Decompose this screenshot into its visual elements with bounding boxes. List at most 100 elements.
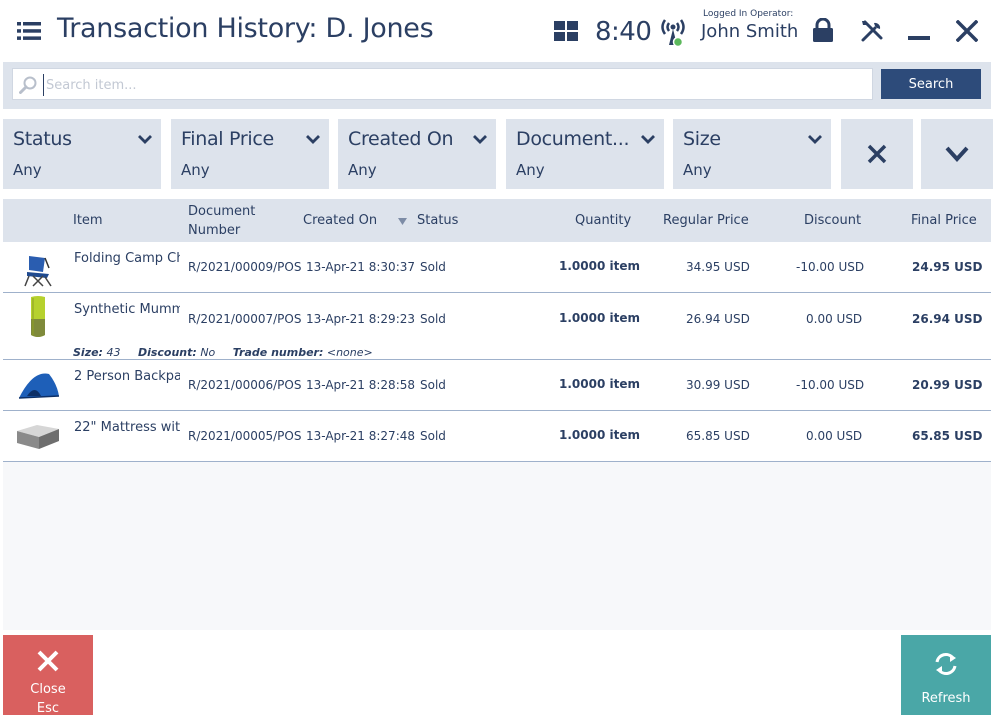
table-row[interactable]: 22" Mattress with Pump R/2021/00005/POS …	[3, 411, 991, 462]
column-header-document-line1[interactable]: Document	[188, 204, 255, 219]
status: Sold	[420, 378, 446, 392]
column-header-item[interactable]: Item	[73, 213, 103, 228]
filter-value: Any	[181, 161, 210, 179]
filter-document[interactable]: Document... Any	[506, 119, 664, 189]
close-shortcut: Esc	[36, 701, 60, 716]
status: Sold	[420, 312, 446, 326]
search-button[interactable]: Search	[881, 69, 981, 99]
sort-descending-icon	[398, 218, 407, 225]
operator-caption: Logged In Operator:	[703, 9, 794, 19]
sleeping-bag-image	[31, 296, 45, 337]
discount: -10.00 USD	[796, 260, 865, 274]
search-bar: Search	[3, 62, 991, 109]
chevron-down-icon	[138, 135, 152, 144]
document-number: R/2021/00006/POS	[188, 378, 302, 392]
camp-chair-image	[24, 256, 52, 287]
close-button[interactable]: Close Esc	[3, 635, 93, 716]
filter-created-on[interactable]: Created On Any	[338, 119, 496, 189]
quantity: 1.0000 item	[559, 311, 640, 325]
mattress-image	[17, 425, 59, 449]
document-number: R/2021/00005/POS	[188, 429, 302, 443]
filter-label: Size	[683, 128, 721, 150]
regular-price: 65.85 USD	[686, 429, 750, 443]
quantity: 1.0000 item	[559, 259, 640, 273]
size-label: Size:	[73, 346, 103, 359]
filter-status[interactable]: Status Any	[3, 119, 161, 189]
regular-price: 26.94 USD	[686, 312, 750, 326]
document-number: R/2021/00007/POS	[188, 312, 302, 326]
column-header-final-price[interactable]: Final Price	[911, 213, 977, 228]
table-row[interactable]: Synthetic Mummy Sleeping Bag R/2021/0000…	[3, 293, 991, 360]
filter-label: Created On	[348, 128, 454, 150]
search-box[interactable]	[12, 68, 873, 100]
lock-icon[interactable]	[812, 18, 834, 42]
final-price: 24.95 USD	[912, 260, 983, 274]
column-header-discount[interactable]: Discount	[804, 213, 861, 228]
status: Sold	[420, 429, 446, 443]
final-price: 65.85 USD	[912, 429, 983, 443]
chevron-down-icon	[473, 135, 487, 144]
quantity: 1.0000 item	[559, 377, 640, 391]
item-name: Synthetic Mummy Sleeping Bag	[74, 302, 180, 317]
windows-grid-icon[interactable]	[554, 21, 578, 41]
discount-label: Discount:	[137, 346, 197, 359]
close-icon	[37, 650, 59, 672]
column-header-document-line2[interactable]: Number	[188, 223, 240, 238]
chevron-down-icon	[808, 135, 822, 144]
discount: 0.00 USD	[806, 429, 863, 443]
discount: 0.00 USD	[806, 312, 863, 326]
created-on: 13-Apr-21 8:27:48	[306, 429, 416, 443]
expand-filters-button[interactable]	[921, 119, 993, 189]
search-input[interactable]	[43, 74, 863, 96]
trade-number-value: <none>	[326, 346, 373, 359]
refresh-icon	[935, 653, 957, 675]
tent-image	[18, 373, 60, 399]
filter-size[interactable]: Size Any	[673, 119, 831, 189]
item-details: Size: 43 Discount: No Trade number: <non…	[73, 346, 373, 359]
created-on: 13-Apr-21 8:28:58	[306, 378, 416, 392]
page-title: Transaction History: D. Jones	[57, 13, 434, 44]
column-header-quantity[interactable]: Quantity	[575, 213, 631, 228]
chevron-down-icon	[945, 146, 969, 162]
filter-final-price[interactable]: Final Price Any	[171, 119, 329, 189]
regular-price: 34.95 USD	[686, 260, 750, 274]
close-window-icon[interactable]	[956, 20, 978, 42]
app-header: Transaction History: D. Jones 8:40 Logge…	[0, 0, 998, 62]
filter-value: Any	[683, 161, 712, 179]
clear-filters-button[interactable]	[841, 119, 913, 189]
footer-bar: Close Esc Refresh	[0, 630, 998, 719]
table-row[interactable]: 2 Person Backpacking Tent R/2021/00006/P…	[3, 360, 991, 411]
column-header-regular-price[interactable]: Regular Price	[663, 213, 749, 228]
search-icon	[19, 76, 37, 94]
minimize-icon[interactable]	[907, 20, 931, 42]
clock: 8:40	[595, 17, 652, 47]
table-row[interactable]: Folding Camp Chair R/2021/00009/POS 13-A…	[3, 242, 991, 293]
quantity: 1.0000 item	[559, 428, 640, 442]
item-name: 22" Mattress with Pump	[74, 420, 180, 435]
regular-price: 30.99 USD	[686, 378, 750, 392]
size-value: 43	[106, 346, 121, 359]
settings-tools-icon[interactable]	[860, 19, 884, 43]
refresh-label: Refresh	[921, 691, 971, 706]
refresh-button[interactable]: Refresh	[901, 635, 991, 715]
filter-label: Status	[13, 128, 72, 150]
discount: -10.00 USD	[796, 378, 865, 392]
column-header-status[interactable]: Status	[417, 213, 458, 228]
hamburger-menu-icon[interactable]	[17, 21, 41, 41]
clear-x-icon	[867, 144, 887, 164]
filter-value: Any	[516, 161, 545, 179]
operator-name[interactable]: John Smith	[701, 21, 798, 42]
column-header-created-on[interactable]: Created On	[303, 213, 377, 228]
chevron-down-icon	[641, 135, 655, 144]
final-price: 26.94 USD	[912, 312, 983, 326]
chevron-down-icon	[306, 135, 320, 144]
filter-value: Any	[348, 161, 377, 179]
filter-value: Any	[13, 161, 42, 179]
item-name: Folding Camp Chair	[74, 251, 180, 266]
close-label: Close	[30, 682, 66, 697]
table-header: Item Document Number Created On Status Q…	[3, 199, 991, 242]
discount-value: No	[200, 346, 216, 359]
final-price: 20.99 USD	[912, 378, 983, 392]
transactions-table: Folding Camp Chair R/2021/00009/POS 13-A…	[3, 242, 991, 630]
item-name: 2 Person Backpacking Tent	[74, 369, 180, 384]
